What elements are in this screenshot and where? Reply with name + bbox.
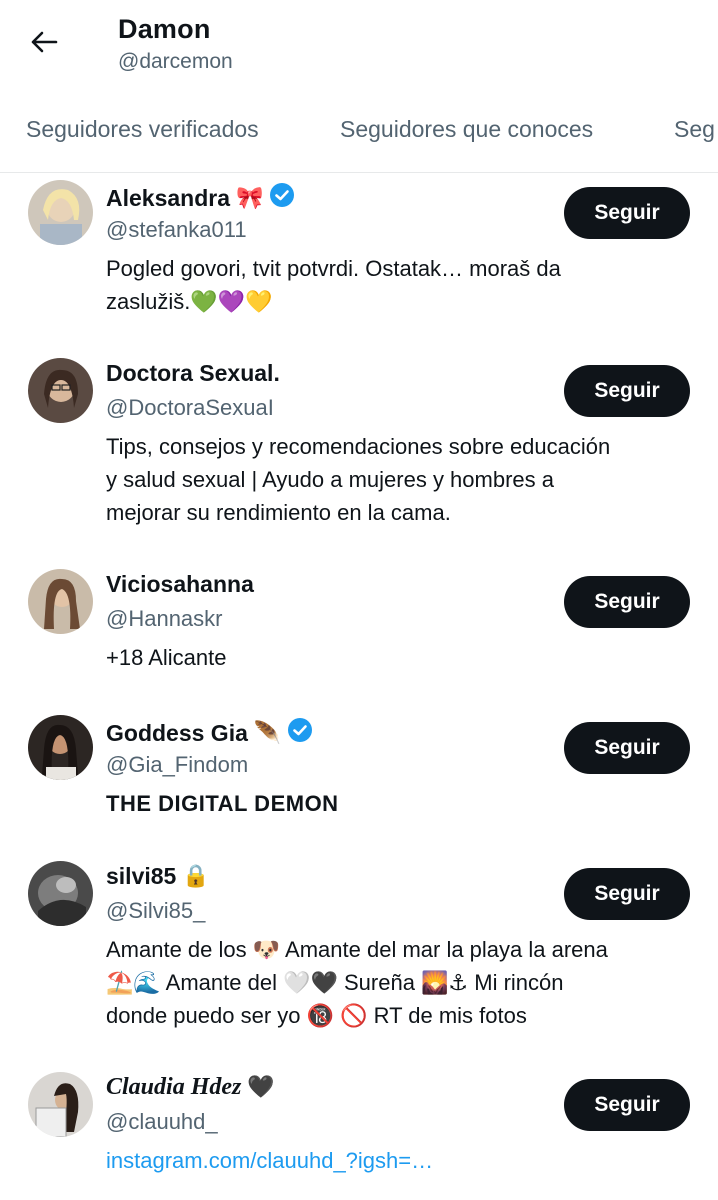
- bio-line: +18 Alicante: [106, 645, 227, 670]
- wings-icon: 🪶: [253, 720, 282, 746]
- bio-line: Amante de los 🐶 Amante del mar la playa …: [106, 937, 608, 962]
- avatar[interactable]: [28, 861, 93, 926]
- avatar[interactable]: [28, 180, 93, 245]
- bio-line: zaslužiš.💚💜💛: [106, 289, 273, 314]
- user-name-line: Goddess Gia 🪶: [106, 717, 313, 749]
- follow-button[interactable]: Seguir: [564, 1079, 690, 1131]
- user-name-line: Doctora Sexual.: [106, 360, 280, 387]
- user-name: Aleksandra: [106, 184, 231, 211]
- lock-icon: 🔒: [182, 864, 210, 889]
- black-heart-icon: 🖤: [247, 1075, 275, 1100]
- user-bio: Pogled govori, tvit potvrdi. Ostatak… mo…: [106, 252, 706, 318]
- user-name: Viciosahanna: [106, 571, 254, 597]
- user-bio: THE DIGITAL DEMON: [106, 787, 706, 820]
- follow-button[interactable]: Seguir: [564, 187, 690, 239]
- header-divider: [0, 172, 718, 173]
- user-handle: @Gia_Findom: [106, 752, 249, 777]
- profile-handle: @darcemon: [118, 50, 233, 73]
- back-button[interactable]: [24, 26, 64, 62]
- user-name: Doctora Sexual.: [106, 360, 280, 386]
- verified-badge-icon: [287, 717, 313, 749]
- user-bio: instagram.com/clauuhd_?igsh=…: [106, 1144, 706, 1177]
- bio-line: y salud sexual | Ayudo a mujeres y hombr…: [106, 467, 554, 492]
- ribbon-icon: 🎀: [236, 185, 264, 211]
- user-handle: @Silvi85_: [106, 898, 206, 923]
- bio-line: Pogled govori, tvit potvrdi. Ostatak… mo…: [106, 256, 561, 281]
- follow-button[interactable]: Seguir: [564, 365, 690, 417]
- verified-badge-icon: [269, 182, 295, 214]
- bio-line: donde puedo ser yo 🔞 🚫 RT de mis fotos: [106, 1003, 527, 1028]
- user-name: Goddess Gia: [106, 719, 248, 746]
- user-name-line: Aleksandra 🎀: [106, 182, 295, 214]
- user-handle: @clauuhd_: [106, 1109, 218, 1134]
- user-name: Claudia Hdez: [106, 1074, 242, 1100]
- follow-button[interactable]: Seguir: [564, 576, 690, 628]
- arrow-left-icon: [30, 30, 58, 59]
- profile-name: Damon: [118, 14, 211, 44]
- user-bio: Amante de los 🐶 Amante del mar la playa …: [106, 933, 706, 1032]
- bio-line: ⛱️🌊 Amante del 🤍🖤 Sureña 🌄⚓ Mi rincón: [106, 970, 564, 995]
- user-bio: +18 Alicante: [106, 641, 706, 674]
- bio-line: mejorar su rendimiento en la cama.: [106, 500, 451, 525]
- follow-button[interactable]: Seguir: [564, 722, 690, 774]
- bio-line: THE DIGITAL DEMON: [106, 791, 339, 816]
- user-name-line: Viciosahanna: [106, 571, 254, 598]
- bio-link[interactable]: instagram.com/clauuhd_?igsh=…: [106, 1144, 706, 1177]
- bio-line: Tips, consejos y recomendaciones sobre e…: [106, 434, 611, 459]
- avatar[interactable]: [28, 1072, 93, 1137]
- avatar[interactable]: [28, 715, 93, 780]
- user-handle: @DoctoraSexuaI: [106, 395, 274, 420]
- user-bio: Tips, consejos y recomendaciones sobre e…: [106, 430, 706, 529]
- top-header: Damon @darcemon Seguidores verificados S…: [0, 0, 718, 174]
- avatar[interactable]: [28, 358, 93, 423]
- avatar[interactable]: [28, 569, 93, 634]
- tab-bar: Seguidores verificados Seguidores que co…: [0, 104, 718, 158]
- user-name-line: Claudia Hdez 🖤: [106, 1074, 275, 1101]
- user-handle: @Hannaskr: [106, 606, 223, 631]
- user-handle: @stefanka011: [106, 217, 247, 242]
- user-name: silvi85: [106, 863, 177, 889]
- tab-verified-followers[interactable]: Seguidores verificados: [26, 116, 259, 143]
- tab-followers-you-know[interactable]: Seguidores que conoces: [340, 116, 593, 143]
- follow-button[interactable]: Seguir: [564, 868, 690, 920]
- user-name-line: silvi85 🔒: [106, 863, 210, 890]
- tab-followers[interactable]: Seg: [674, 116, 715, 143]
